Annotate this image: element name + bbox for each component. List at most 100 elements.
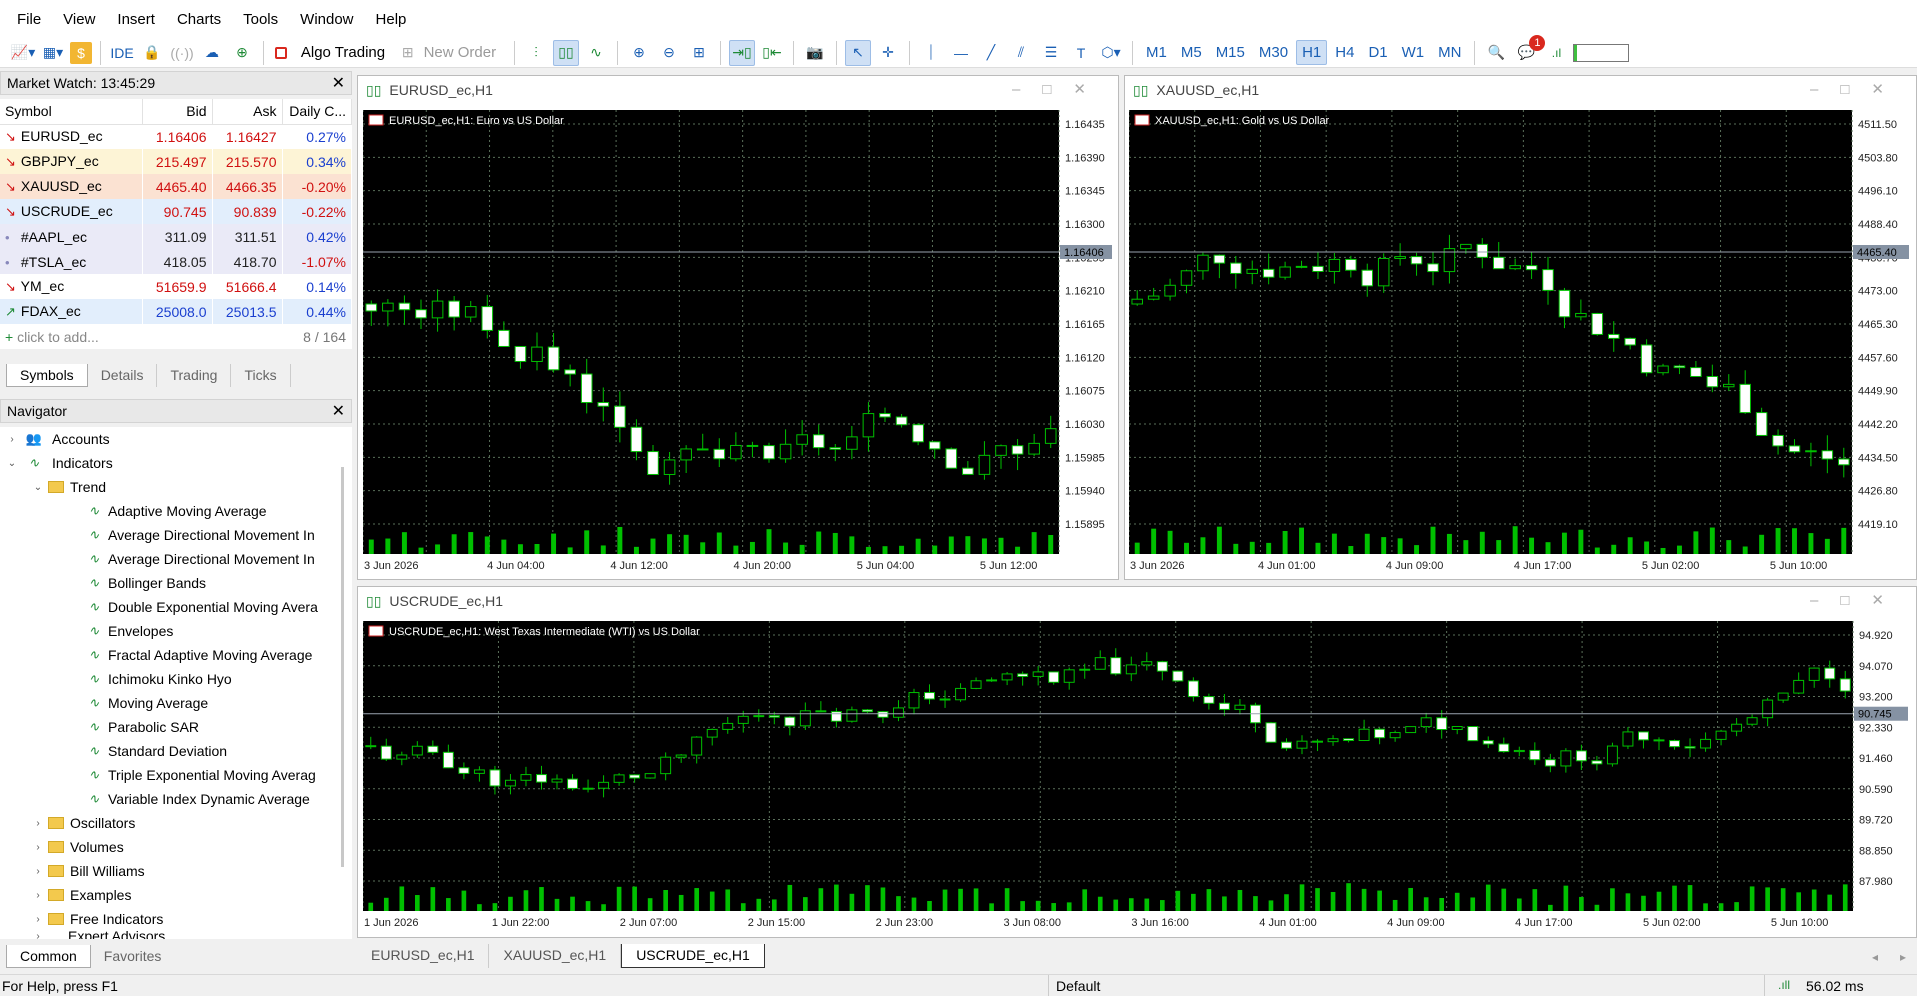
window-controls[interactable]: –□✕ [1012,80,1108,98]
expand-icon[interactable]: › [32,914,44,925]
collapse-icon[interactable]: ⌄ [32,482,44,493]
market-watch-row[interactable]: • #TSLA_ec 418.05 418.70 -1.07% [0,249,352,274]
navigator-indicator-item[interactable]: ∿ Fractal Adaptive Moving Average [0,643,352,667]
navigator-indicator-item[interactable]: ∿ Ichimoku Kinko Hyo [0,667,352,691]
cursor-icon[interactable]: ↖ [845,39,871,66]
tile-windows-icon[interactable]: ⊞ [686,40,712,66]
algo-trading-button[interactable]: Algo Trading [272,40,392,66]
expand-icon[interactable]: › [32,866,44,877]
timeframe-m15[interactable]: M15 [1210,40,1251,65]
trendline-icon[interactable]: ╱ [978,40,1004,66]
expand-icon[interactable]: › [32,931,44,939]
text-tool-icon[interactable]: T [1068,40,1094,66]
expand-icon[interactable]: › [32,818,44,829]
chart-shift-icon[interactable]: ▯⇤ [759,40,785,66]
chart-window-titlebar[interactable]: ▯▯ EURUSD_ec,H1 –□✕ [358,76,1118,104]
timeframe-m1[interactable]: M1 [1140,40,1173,65]
channel-icon[interactable]: ⫽ [1008,40,1034,66]
chart-tab-uscrude[interactable]: USCRUDE_ec,H1 [621,944,765,968]
chart-canvas[interactable]: 1.164351.163901.163451.163001.162551.162… [363,110,1115,576]
profiles-icon[interactable]: ▦▾ [40,40,66,66]
navigator-scrollbar[interactable] [341,467,344,867]
expand-icon[interactable]: › [32,890,44,901]
symbol-cell[interactable]: ↘ GBPJPY_ec [0,149,143,174]
bar-chart-icon[interactable]: ⫶ [523,40,549,66]
shapes-icon[interactable]: ⬡▾ [1098,40,1124,66]
chart-canvas[interactable]: 4511.504503.804496.104488.404480.704473.… [1129,110,1912,576]
plot-area[interactable] [1129,110,1852,554]
navigator-indicator-item[interactable]: ∿ Bollinger Bands [0,571,352,595]
market-watch-row[interactable]: ↘ XAUUSD_ec 4465.40 4466.35 -0.20% [0,174,352,199]
symbol-cell[interactable]: ↘ USCRUDE_ec [0,199,143,224]
timeframe-w1[interactable]: W1 [1396,40,1431,65]
search-icon[interactable]: 🔍 [1483,40,1509,66]
chart-tab-xauusd[interactable]: XAUUSD_ec,H1 [489,944,622,968]
chart-window-eurusd[interactable]: ▯▯ EURUSD_ec,H1 –□✕ 1.16435 1.16390 1.1634… [357,75,1119,580]
tab-details[interactable]: Details [88,364,158,387]
menu-view[interactable]: View [52,11,106,28]
symbol-cell[interactable]: ↘ XAUUSD_ec [0,174,143,199]
tab-common[interactable]: Common [6,945,91,968]
navigator-folder[interactable]: › Oscillators [0,811,352,835]
tabs-scroll-right-icon[interactable]: ▸ [1900,950,1906,964]
symbol-cell[interactable]: • #AAPL_ec [0,224,143,249]
vps-icon[interactable]: ⊕ [229,40,255,66]
menu-tools[interactable]: Tools [232,11,289,28]
candlestick-chart-icon[interactable]: ▯▯ [553,39,579,66]
notifications-icon[interactable]: 💬 1 [1513,34,1546,66]
chart-tab-eurusd[interactable]: EURUSD_ec,H1 [357,944,490,968]
navigator-indicators[interactable]: ⌄ ∿ Indicators [0,451,352,475]
close-icon[interactable]: ✕ [332,401,345,421]
menu-file[interactable]: File [6,11,52,28]
new-order-button[interactable]: ⊞ New Order [396,40,506,66]
crosshair-icon[interactable]: ✛ [875,40,901,66]
zoom-in-icon[interactable]: ⊕ [626,40,652,66]
market-watch-row[interactable]: ↘ USCRUDE_ec 90.745 90.839 -0.22% [0,199,352,224]
navigator-indicator-item[interactable]: ∿ Moving Average [0,691,352,715]
navigator-folder[interactable]: › Free Indicators [0,907,352,931]
cloud-icon[interactable]: ☁ [199,40,225,66]
column-header-symbol[interactable]: Symbol [0,99,143,125]
expand-icon[interactable]: › [6,434,18,445]
chart-window-xauusd[interactable]: ▯▯ XAUUSD_ec,H1 –□✕ 4511.50 4503.80 4496.1… [1124,75,1917,580]
column-header-bid[interactable]: Bid [142,99,213,125]
navigator-folder[interactable]: › Examples [0,883,352,907]
chart-window-titlebar[interactable]: ▯▯ XAUUSD_ec,H1 –□✕ [1125,76,1916,104]
navigator-indicator-item[interactable]: ∿ Standard Deviation [0,739,352,763]
plot-area[interactable] [363,621,1853,911]
symbol-cell[interactable]: ↘ EURUSD_ec [0,124,143,149]
chart-canvas[interactable]: 94.920 94.070 93.200 92.330 91.460 90.590 89.7… [363,621,1911,933]
market-watch-row[interactable]: ↘ EURUSD_ec 1.16406 1.16427 0.27% [0,124,352,149]
navigator-indicator-item[interactable]: ∿ Envelopes [0,619,352,643]
navigator-indicator-item[interactable]: ∿ Average Directional Movement In [0,547,352,571]
tab-trading[interactable]: Trading [157,364,232,387]
column-header-ask[interactable]: Ask [212,99,283,125]
market-watch-row[interactable]: ↘ YM_ec 51659.9 51666.4 0.14% [0,274,352,299]
collapse-icon[interactable]: ⌄ [6,458,18,469]
navigator-indicator-item[interactable]: ∿ Average Directional Movement In [0,523,352,547]
tabs-scroll-left-icon[interactable]: ◂ [1872,950,1878,964]
expand-icon[interactable]: › [32,842,44,853]
market-watch-row[interactable]: ↘ GBPJPY_ec 215.497 215.570 0.34% [0,149,352,174]
navigator-indicator-item[interactable]: ∿ Triple Exponential Moving Averag [0,763,352,787]
timeframe-h4[interactable]: H4 [1329,40,1360,65]
tab-favorites[interactable]: Favorites [91,945,175,968]
navigator-indicator-item[interactable]: ∿ Variable Index Dynamic Average [0,787,352,811]
timeframe-m5[interactable]: M5 [1175,40,1208,65]
zoom-out-icon[interactable]: ⊖ [656,40,682,66]
signal-icon[interactable]: ((·)) [169,40,195,66]
navigator-folder-trend[interactable]: ⌄ Trend [0,475,352,499]
market-watch-row[interactable]: ↗ FDAX_ec 25008.0 25013.5 0.44% [0,299,352,324]
screenshot-icon[interactable]: 📷 [802,40,828,66]
navigator-folder-experts[interactable]: › Expert Advisors [0,931,352,939]
navigator-indicator-item[interactable]: ∿ Adaptive Moving Average [0,499,352,523]
chart-window-titlebar[interactable]: ▯▯ USCRUDE_ec,H1 –□✕ [358,587,1916,615]
add-symbol-row[interactable]: + click to add... 8 / 164 [0,324,352,349]
horizontal-line-icon[interactable]: — [948,40,974,66]
timeframe-d1[interactable]: D1 [1362,40,1393,65]
line-chart-icon[interactable]: ∿ [583,40,609,66]
tab-ticks[interactable]: Ticks [231,364,291,387]
navigator-indicator-item[interactable]: ∿ Parabolic SAR [0,715,352,739]
vertical-line-icon[interactable]: ⏐ [918,40,944,66]
menu-help[interactable]: Help [365,11,418,28]
